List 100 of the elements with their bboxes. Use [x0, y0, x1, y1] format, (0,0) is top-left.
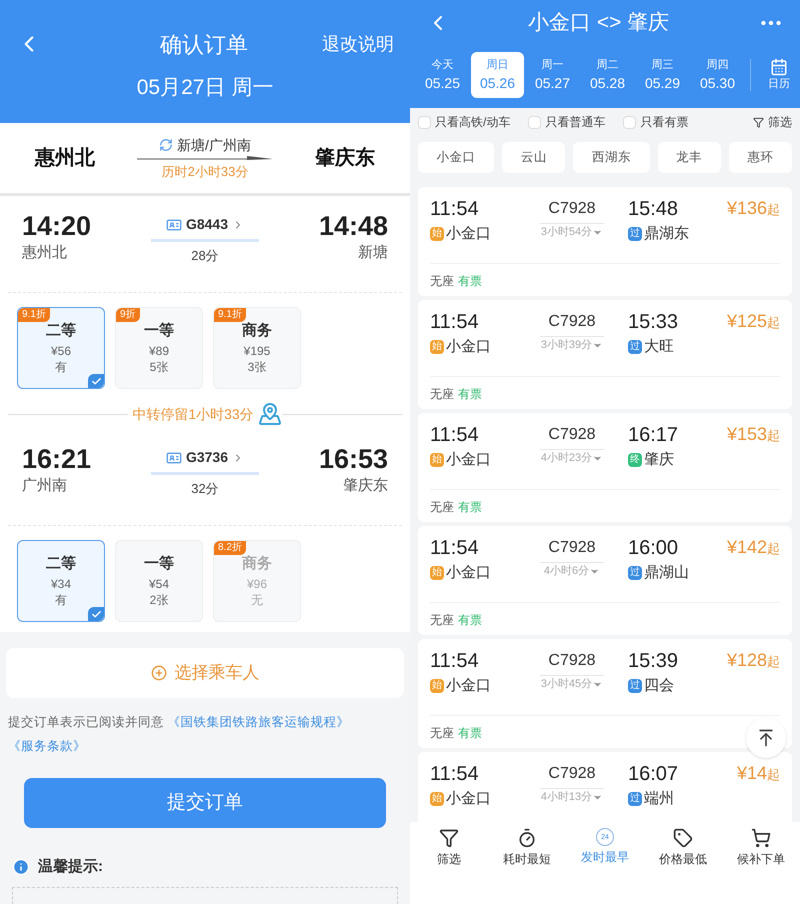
seat-availability: 无: [251, 592, 263, 608]
destination-station: 肇庆东: [315, 146, 375, 171]
seat-type: 无座: [430, 612, 454, 629]
train-card[interactable]: 11:54 始 小金口 C7928 3小时39分 15:33 过 大旺 ¥125起 无座 有票: [418, 300, 792, 409]
train-number: C7928: [540, 534, 604, 563]
arrival-time: 16:07: [628, 762, 678, 787]
seat-availability: 有: [55, 592, 67, 608]
stop-badge: 过: [628, 340, 642, 354]
seat-price: ¥195: [244, 342, 270, 358]
station-name: 鼎湖东: [644, 224, 689, 244]
discount-tag: 9.1折: [214, 308, 246, 322]
price-suffix: 起: [767, 653, 780, 671]
check-icon: [88, 607, 104, 621]
train-card[interactable]: 11:54 始 小金口 C7928 4小时13分 16:07 过 端州 ¥14起: [418, 752, 792, 822]
start-badge: 始: [430, 453, 444, 468]
seat-class: 商务: [242, 554, 272, 574]
station-chip[interactable]: 龙丰: [658, 142, 721, 173]
seat-option[interactable]: 9折 一等 ¥89 5张: [115, 307, 203, 389]
ticket-price: ¥136: [726, 197, 767, 220]
departure-time: 11:54: [430, 649, 480, 674]
departure-time: 11:54: [430, 762, 480, 787]
origin-station: 惠州北: [35, 146, 95, 171]
station-name: 端州: [644, 789, 674, 809]
seat-availability: 有: [55, 358, 67, 374]
station-name: 新塘: [358, 243, 388, 263]
seat-price: ¥34: [50, 576, 72, 592]
seat-type: 无座: [430, 499, 454, 516]
seat-price: ¥54: [148, 576, 170, 592]
trip-duration: 3小时39分: [540, 338, 592, 353]
departure-time: 16:21: [22, 443, 92, 475]
seat-option[interactable]: 一等 ¥54 2张: [115, 540, 203, 622]
train-number[interactable]: G3736: [186, 447, 228, 468]
transfer-icon: [159, 138, 174, 152]
stop-badge: 过: [628, 792, 642, 806]
seat-class: 二等: [46, 321, 76, 341]
station-chip[interactable]: 西湖东: [573, 142, 650, 173]
seat-availability: 5张: [150, 358, 168, 374]
price-suffix: 起: [767, 201, 780, 219]
tag-icon: [673, 828, 693, 848]
train-number: C7928: [540, 760, 604, 789]
info-icon: [12, 858, 30, 876]
calendar-icon: [770, 58, 788, 76]
train-card[interactable]: 11:54 始 小金口 C7928 4小时23分 16:17 终 肇庆 ¥153起 无座 有票: [418, 413, 792, 522]
checkbox[interactable]: [623, 116, 636, 128]
leg-duration: 32分: [191, 480, 219, 498]
station-name: 小金口: [446, 224, 491, 244]
arrival-time: 15:48: [628, 197, 678, 222]
seat-availability: 2张: [150, 592, 168, 608]
station-chip[interactable]: 小金口: [418, 142, 494, 173]
filter-label: 只看有票: [640, 114, 688, 131]
train-card[interactable]: 11:54 始 小金口 C7928 4小时6分 16:00 过 鼎湖山 ¥142起 无座 有票: [418, 526, 792, 635]
seat-option[interactable]: 9.1折 二等 ¥56 有: [17, 307, 105, 389]
checkbox[interactable]: [418, 116, 431, 128]
start-badge: 始: [430, 792, 444, 806]
station-name: 小金口: [446, 337, 491, 357]
station-chip[interactable]: 惠环: [728, 142, 792, 173]
station-name: 小金口: [446, 450, 491, 470]
station-name: 小金口: [446, 789, 491, 809]
seat-type: 无座: [430, 273, 454, 290]
train-number[interactable]: G8443: [186, 214, 228, 235]
discount-tag: 9.1折: [18, 308, 50, 322]
train-card[interactable]: 11:54 始 小金口 C7928 3小时54分 15:48 过 鼎湖东 ¥136起 无座 有票: [418, 187, 792, 296]
ticket-price: ¥128: [726, 649, 767, 672]
leg-duration: 28分: [191, 247, 219, 265]
seat-price: ¥89: [148, 342, 170, 358]
nav-tab[interactable]: 筛选: [416, 828, 482, 868]
departure-time: 11:54: [430, 423, 480, 448]
ticket-availability: 有票: [458, 725, 482, 742]
nav-tab[interactable]: 候补下单: [728, 828, 794, 868]
train-card[interactable]: 11:54 始 小金口 C7928 3小时45分 15:39 过 四会 ¥128起 无座 有票: [418, 639, 792, 748]
filter-link[interactable]: 筛选: [768, 113, 792, 131]
nav-tab[interactable]: 价格最低: [650, 828, 716, 868]
plus-icon: [150, 665, 166, 681]
ticket-availability: 有票: [458, 612, 482, 629]
seat-option[interactable]: 二等 ¥34 有: [17, 540, 105, 622]
start-badge: 始: [430, 679, 444, 694]
travel-date: 05月27日 周一: [136, 75, 274, 101]
price-suffix: 起: [767, 427, 780, 445]
id-card-icon: [166, 216, 182, 232]
train-number: C7928: [540, 308, 604, 337]
ticket-price: ¥153: [726, 423, 767, 446]
seat-class: 一等: [144, 321, 174, 341]
nav-tab[interactable]: 耗时最短: [494, 828, 560, 868]
checkbox[interactable]: [528, 116, 542, 128]
arrival-time: 16:17: [628, 423, 678, 448]
start-badge: 始: [430, 340, 444, 354]
ticket-price: ¥125: [726, 310, 767, 333]
train-number: C7928: [540, 647, 604, 676]
seat-option[interactable]: 9.1折 商务 ¥195 3张: [213, 307, 301, 389]
filter-icon: [753, 116, 764, 128]
check-icon: [88, 374, 104, 388]
total-duration: 历时2小时33分: [162, 162, 248, 181]
seat-class: 二等: [46, 554, 76, 574]
route-title: 小金口 <> 肇庆: [528, 10, 670, 36]
ticket-price: ¥14: [736, 762, 767, 785]
ticket-availability: 有票: [458, 386, 482, 403]
station-name: 小金口: [446, 676, 491, 696]
station-chip[interactable]: 云山: [502, 142, 566, 173]
departure-time: 11:54: [430, 536, 480, 561]
filter-label: 只看高铁/动车: [435, 114, 510, 131]
